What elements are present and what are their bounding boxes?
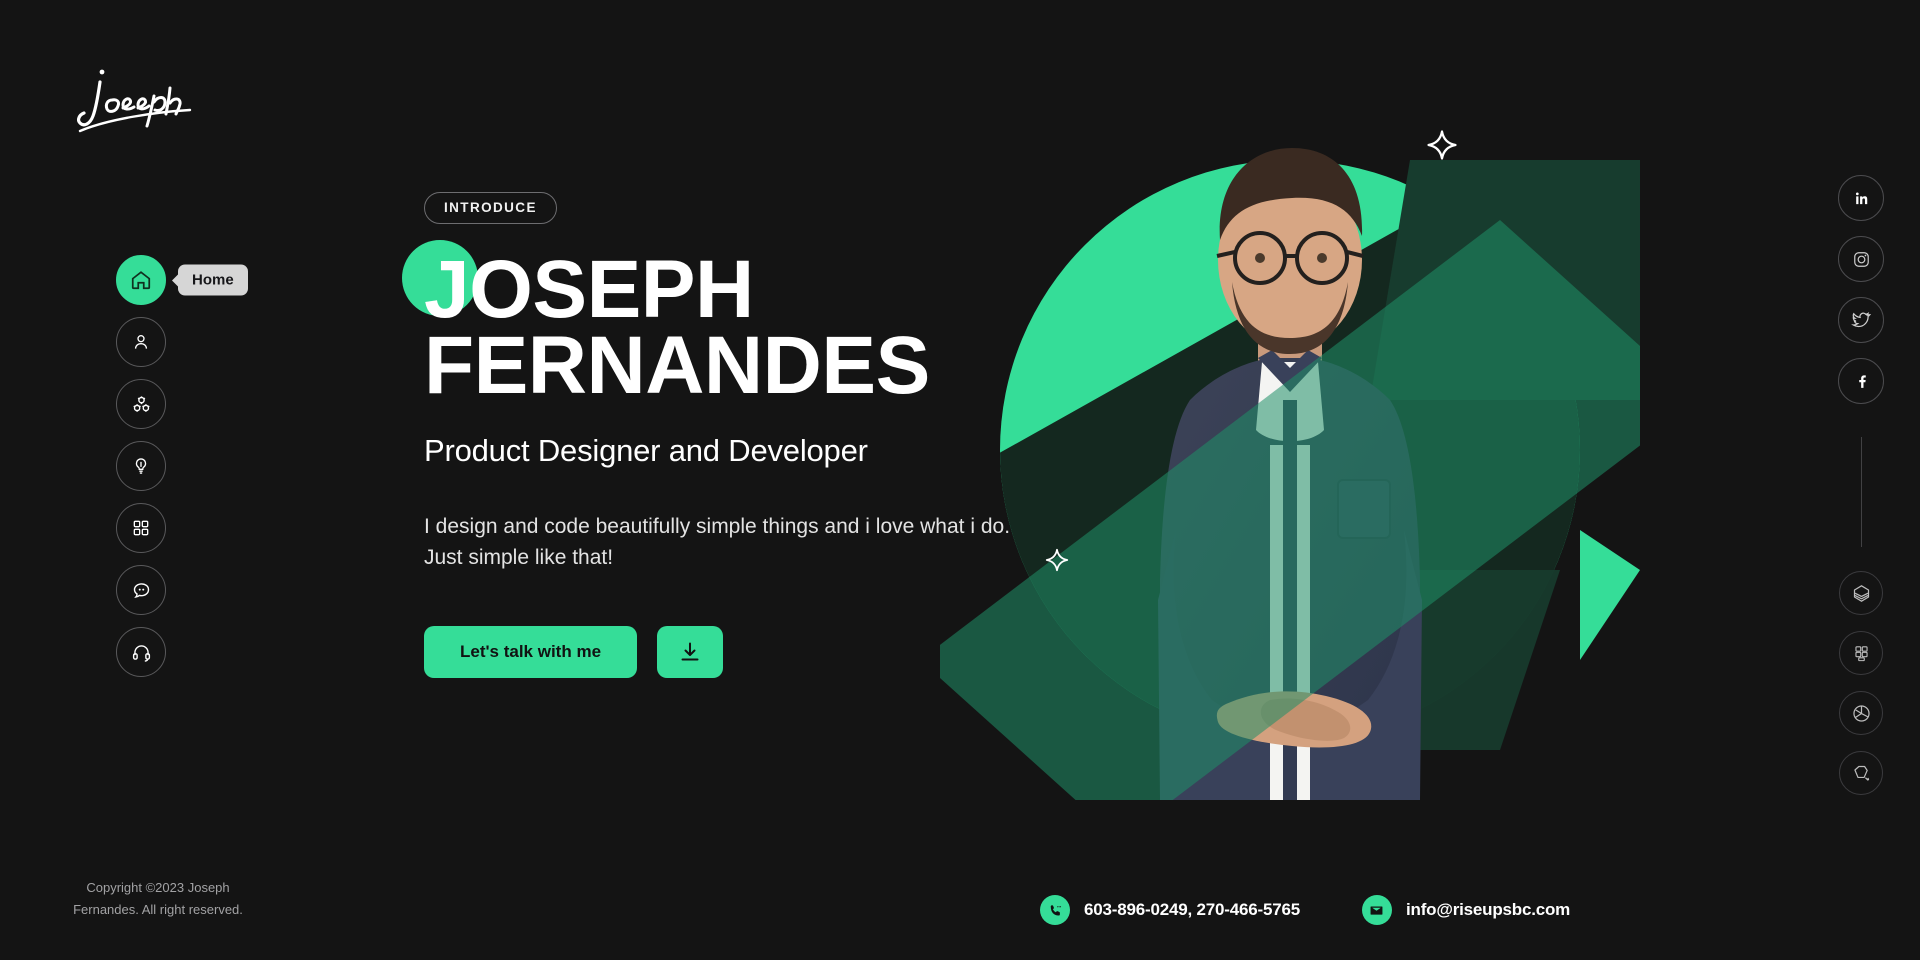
facebook-icon [1858, 374, 1866, 388]
instagram-icon [1853, 251, 1869, 267]
contact-info: 603-896-0249, 270-466-5765 info@riseupsb… [1040, 895, 1570, 925]
introduce-badge: INTRODUCE [424, 192, 557, 224]
phone-icon [1040, 895, 1070, 925]
download-icon [681, 642, 699, 661]
page-title: JOSEPH FERNANDES [424, 249, 1104, 407]
tool-photoshop[interactable] [1839, 751, 1883, 795]
download-cv-button[interactable] [657, 626, 724, 679]
sidebar-item-services[interactable] [116, 379, 166, 429]
social-rail [1838, 175, 1884, 811]
home-icon [131, 271, 151, 290]
services-button[interactable] [116, 379, 166, 429]
hero-title-wrapper: JOSEPH FERNANDES [402, 240, 1104, 407]
copyright-line-1: Copyright ©2023 Joseph [86, 879, 230, 895]
home-button[interactable] [116, 255, 166, 305]
social-linkedin[interactable] [1838, 175, 1884, 221]
chat-bubble-icon [133, 582, 149, 598]
title-line-2: FERNANDES [424, 320, 930, 412]
social-facebook[interactable] [1838, 358, 1884, 404]
email-address: info@riseupsbc.com [1405, 900, 1571, 919]
tool-figma[interactable] [1839, 631, 1883, 675]
tool-analytics[interactable] [1839, 691, 1883, 735]
sidebar-nav: Home [116, 255, 248, 677]
sidebar-item-contact[interactable] [116, 627, 166, 677]
contact-phone[interactable]: 603-896-0249, 270-466-5765 [1040, 895, 1300, 925]
about-button[interactable] [116, 317, 166, 367]
linkedin-icon [1855, 192, 1867, 204]
headphones-icon [132, 644, 150, 662]
user-icon [134, 335, 148, 349]
twitter-icon [1851, 312, 1871, 328]
hero-subtitle: Product Designer and Developer [424, 432, 868, 468]
lets-talk-button[interactable]: Let's talk with me [424, 626, 638, 679]
sparkle-icon-description [1044, 547, 1070, 578]
portfolio-button[interactable] [116, 503, 166, 553]
sidebar-item-about[interactable] [116, 317, 166, 367]
social-instagram[interactable] [1838, 236, 1884, 282]
sidebar-item-portfolio[interactable] [116, 503, 166, 553]
idea-bulb-icon [135, 458, 147, 474]
copyright-line-2: Fernandes. All right reserved. [73, 902, 243, 918]
contact-email[interactable]: info@riseupsbc.com [1361, 895, 1571, 925]
logo[interactable] [66, 58, 216, 138]
sketch-icon [1853, 584, 1869, 602]
grid-icon [133, 520, 149, 536]
copyright: Copyright ©2023 Joseph Fernandes. All ri… [58, 877, 258, 923]
mail-icon [1361, 895, 1392, 925]
home-tooltip: Home [178, 264, 248, 296]
phone-number: 603-896-0249, 270-466-5765 [1084, 900, 1300, 919]
figma-icon [1854, 645, 1868, 661]
social-twitter[interactable] [1838, 297, 1884, 343]
hero-section: INTRODUCE JOSEPH FERNANDES Product Desig… [402, 192, 1104, 679]
sidebar-item-skills[interactable] [116, 441, 166, 491]
testimonials-button[interactable] [116, 565, 166, 615]
portfolio-landing-page: Home INTRODUCE JOSEPH FERNANDES Product … [0, 0, 1920, 960]
hero-actions: Let's talk with me [424, 626, 1104, 679]
pie-chart-icon [1852, 704, 1870, 722]
sidebar-item-testimonials[interactable] [116, 565, 166, 615]
pen-tool-icon [1853, 765, 1869, 781]
hero-description: I design and code beautifully simple thi… [424, 514, 1011, 570]
contact-button[interactable] [116, 627, 166, 677]
sparkle-icon-top [1425, 128, 1459, 167]
tool-sketch[interactable] [1839, 571, 1883, 615]
gears-icon [132, 395, 150, 412]
rail-divider [1860, 437, 1862, 547]
skills-button[interactable] [116, 441, 166, 491]
sidebar-item-home[interactable]: Home [116, 255, 248, 305]
